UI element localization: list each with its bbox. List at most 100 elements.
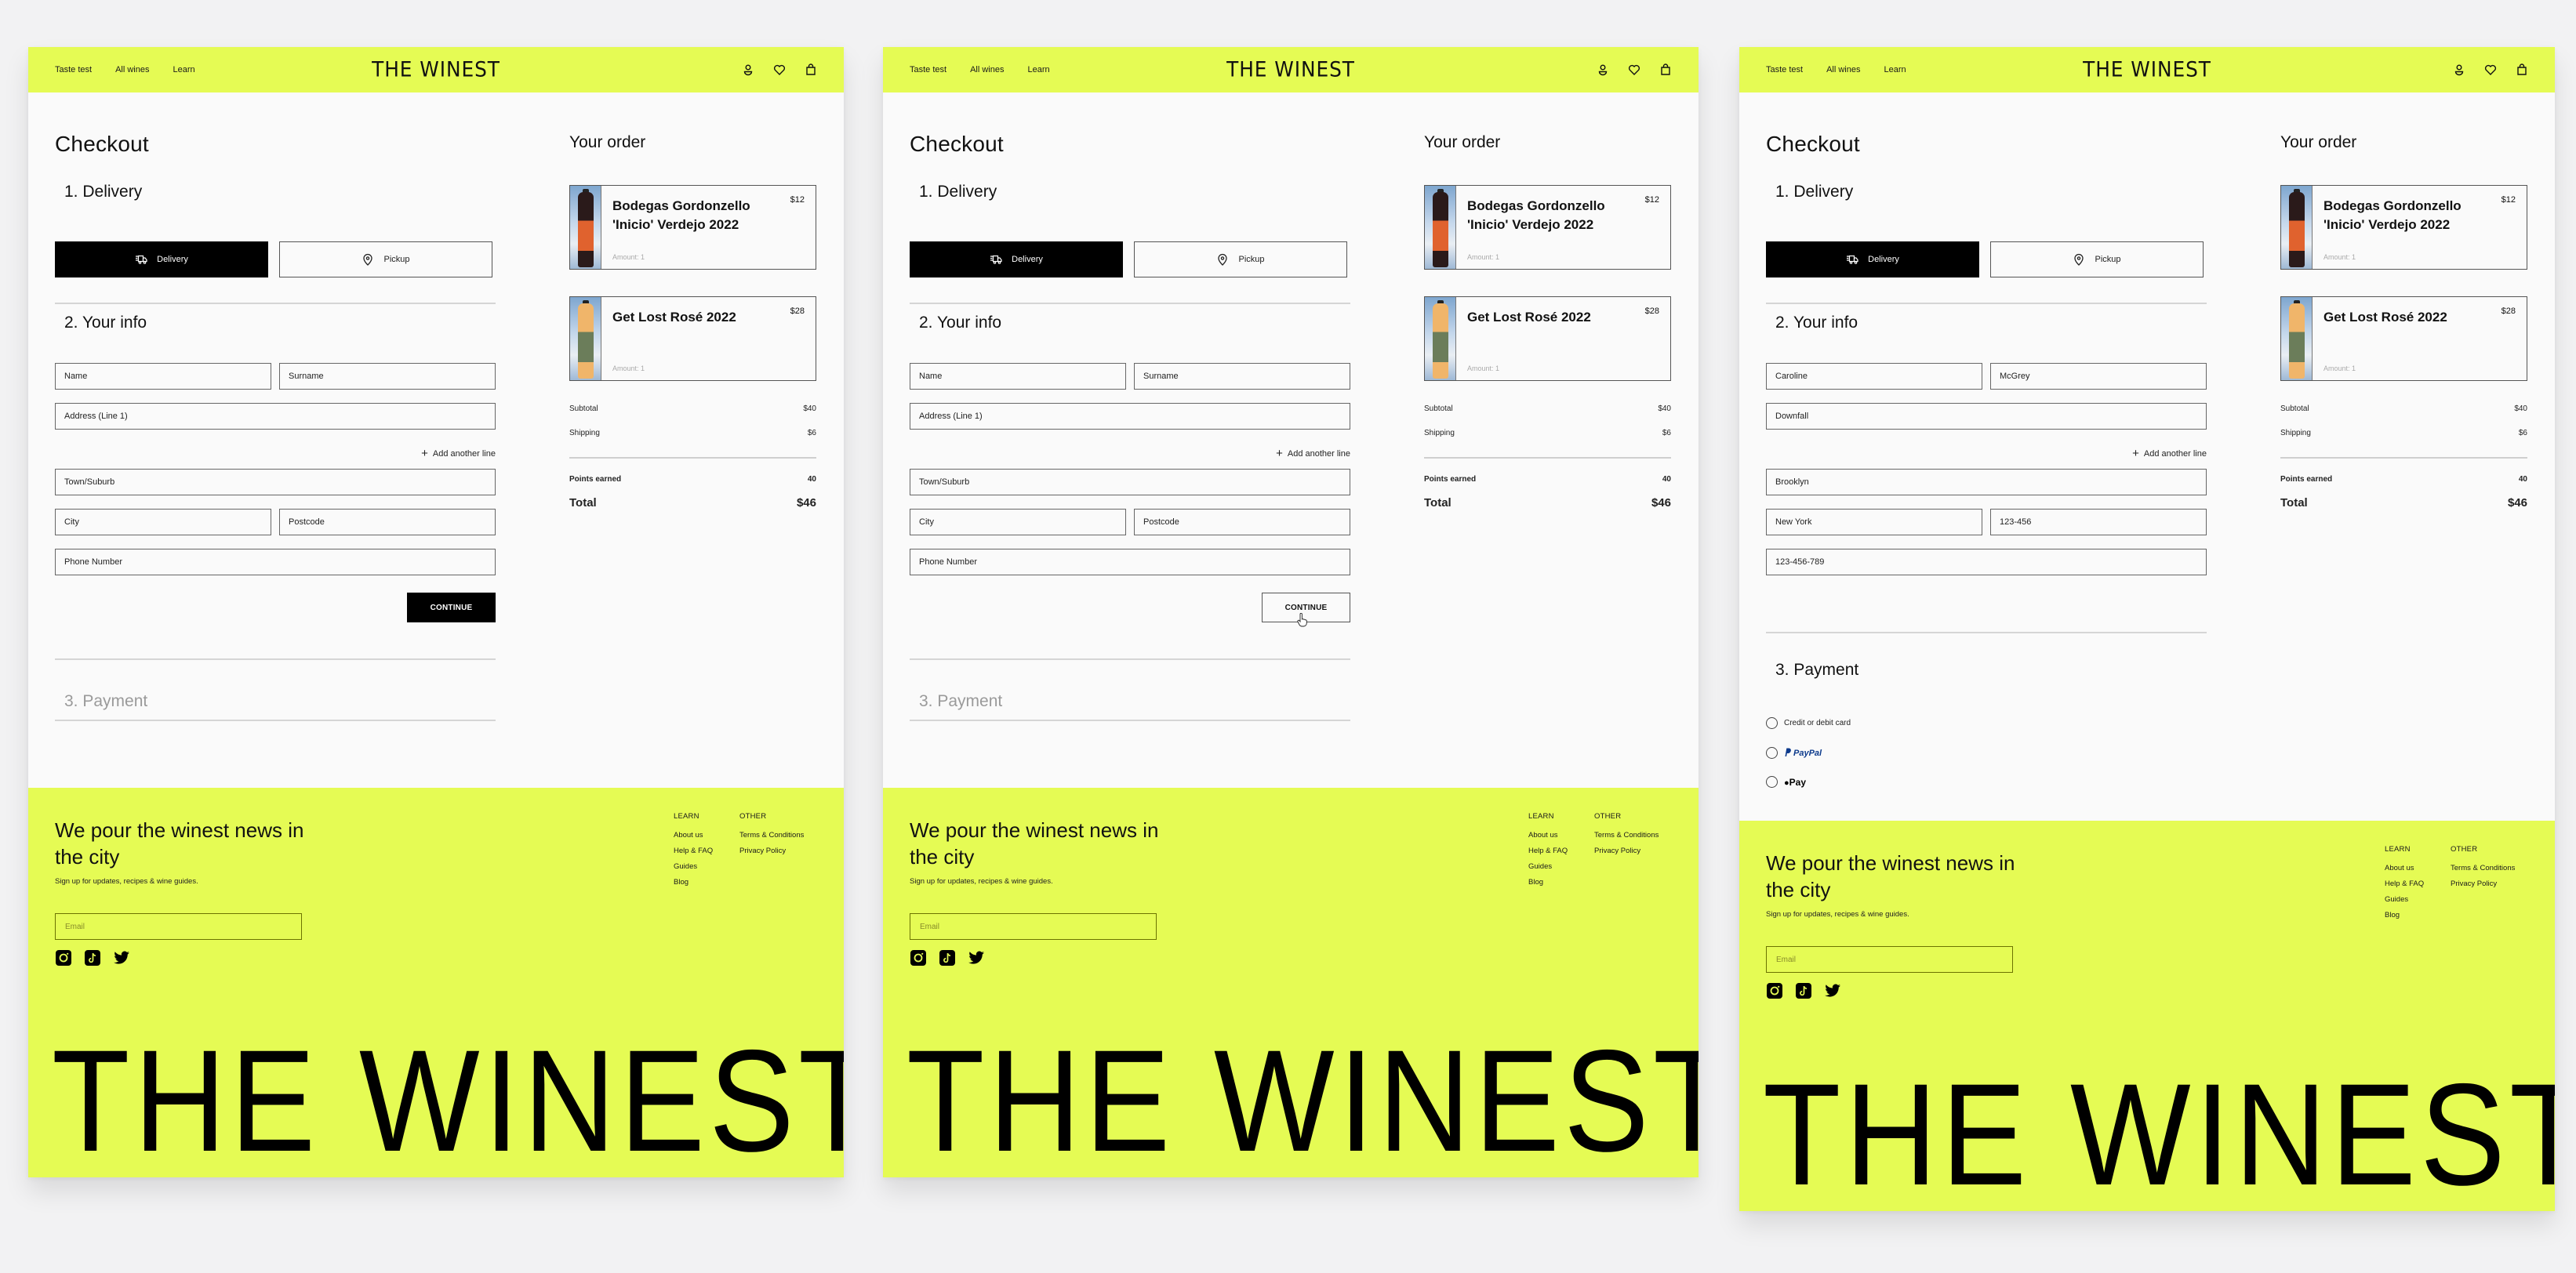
order-item[interactable]: Bodegas Gordonzello 'Inicio' Verdejo 202…	[2280, 185, 2527, 270]
footer-link-about[interactable]: About us	[2385, 864, 2424, 872]
tiktok-icon[interactable]	[84, 949, 101, 967]
user-icon[interactable]	[2453, 63, 2465, 76]
footer-link-guides[interactable]: Guides	[674, 862, 713, 871]
nav-taste-test[interactable]: Taste test	[55, 65, 92, 74]
heart-icon[interactable]	[773, 63, 786, 76]
tiktok-icon[interactable]	[939, 949, 956, 967]
payment-option-card[interactable]: Credit or debit card	[1766, 717, 1851, 729]
twitter-icon[interactable]	[1824, 982, 1841, 999]
instagram-icon[interactable]	[55, 949, 72, 967]
payment-option-applepay[interactable]: ●Pay	[1766, 776, 1806, 788]
nav-learn[interactable]: Learn	[173, 65, 194, 74]
subtotal-value: $40	[803, 404, 816, 413]
postcode-field[interactable]: Postcode	[279, 509, 496, 535]
delivery-option-pickup[interactable]: Pickup	[1990, 241, 2204, 277]
footer-link-privacy[interactable]: Privacy Policy	[2451, 879, 2515, 888]
twitter-icon[interactable]	[113, 949, 130, 967]
nav-learn[interactable]: Learn	[1884, 65, 1906, 74]
town-suburb-field[interactable]: Town/Suburb	[55, 469, 496, 495]
payment-option-paypal[interactable]: PayPal	[1766, 747, 1822, 759]
city-field[interactable]: City	[910, 509, 1126, 535]
footer-link-about[interactable]: About us	[1528, 831, 1568, 840]
item-name: Get Lost Rosé 2022	[1467, 310, 1591, 325]
instagram-icon[interactable]	[1766, 982, 1783, 999]
phone-number-field[interactable]: 123-456-789	[1766, 549, 2207, 575]
newsletter-email-input[interactable]: Email	[1766, 946, 2013, 973]
name-field[interactable]: Name	[910, 363, 1126, 390]
footer-column-other: OTHER Terms & Conditions Privacy Policy	[2451, 845, 2515, 895]
continue-button[interactable]: CONTINUE	[407, 593, 496, 622]
delivery-option-delivery[interactable]: Delivery	[910, 241, 1123, 277]
nav-all-wines[interactable]: All wines	[115, 65, 149, 74]
town-suburb-field[interactable]: Brooklyn	[1766, 469, 2207, 495]
twitter-icon[interactable]	[968, 949, 985, 967]
instagram-icon[interactable]	[910, 949, 927, 967]
footer-link-about[interactable]: About us	[674, 831, 713, 840]
name-field[interactable]: Name	[55, 363, 271, 390]
postcode-field[interactable]: 123-456	[1990, 509, 2207, 535]
phone-number-field[interactable]: Phone Number	[910, 549, 1350, 575]
tiktok-icon[interactable]	[1795, 982, 1812, 999]
delivery-option-pickup[interactable]: Pickup	[1134, 241, 1347, 277]
bag-icon[interactable]	[2516, 63, 2528, 76]
city-field[interactable]: New York	[1766, 509, 1982, 535]
footer-link-terms[interactable]: Terms & Conditions	[739, 831, 804, 840]
section-payment-title[interactable]: 3. Payment	[919, 692, 1002, 711]
newsletter-email-input[interactable]: Email	[910, 913, 1157, 940]
newsletter-email-input[interactable]: Email	[55, 913, 302, 940]
add-line-label: Add another line	[2143, 448, 2207, 459]
address-line1-field[interactable]: Address (Line 1)	[910, 403, 1350, 430]
footer-link-blog[interactable]: Blog	[2385, 911, 2424, 919]
heart-icon[interactable]	[1628, 63, 1640, 76]
add-another-line-button[interactable]: + Add another line	[2132, 448, 2207, 459]
add-another-line-button[interactable]: + Add another line	[421, 448, 496, 459]
logo[interactable]: THE WINEST	[1226, 58, 1355, 82]
user-icon[interactable]	[742, 63, 754, 76]
delivery-option-delivery[interactable]: Delivery	[55, 241, 268, 277]
nav-all-wines[interactable]: All wines	[970, 65, 1004, 74]
footer-link-blog[interactable]: Blog	[1528, 878, 1568, 887]
surname-field[interactable]: McGrey	[1990, 363, 2207, 390]
footer-link-guides[interactable]: Guides	[1528, 862, 1568, 871]
surname-field[interactable]: Surname	[1134, 363, 1350, 390]
order-item[interactable]: Bodegas Gordonzello 'Inicio' Verdejo 202…	[569, 185, 816, 270]
town-suburb-field[interactable]: Town/Suburb	[910, 469, 1350, 495]
logo[interactable]: THE WINEST	[372, 58, 500, 82]
bag-icon[interactable]	[805, 63, 817, 76]
nav-all-wines[interactable]: All wines	[1826, 65, 1860, 74]
radio-button[interactable]	[1766, 717, 1778, 729]
order-item[interactable]: Get Lost Rosé 2022 $28 Amount: 1	[569, 296, 816, 381]
footer-link-blog[interactable]: Blog	[674, 878, 713, 887]
user-icon[interactable]	[1597, 63, 1609, 76]
footer-link-guides[interactable]: Guides	[2385, 895, 2424, 904]
name-field[interactable]: Caroline	[1766, 363, 1982, 390]
address-line1-field[interactable]: Address (Line 1)	[55, 403, 496, 430]
surname-field[interactable]: Surname	[279, 363, 496, 390]
radio-button[interactable]	[1766, 776, 1778, 788]
delivery-option-delivery[interactable]: Delivery	[1766, 241, 1979, 277]
nav-learn[interactable]: Learn	[1027, 65, 1049, 74]
nav-taste-test[interactable]: Taste test	[910, 65, 946, 74]
footer-link-privacy[interactable]: Privacy Policy	[739, 847, 804, 855]
logo[interactable]: THE WINEST	[2083, 58, 2211, 82]
postcode-field[interactable]: Postcode	[1134, 509, 1350, 535]
section-payment-title[interactable]: 3. Payment	[64, 692, 147, 711]
delivery-option-pickup[interactable]: Pickup	[279, 241, 492, 277]
footer-link-help[interactable]: Help & FAQ	[2385, 879, 2424, 888]
nav-taste-test[interactable]: Taste test	[1766, 65, 1803, 74]
phone-number-field[interactable]: Phone Number	[55, 549, 496, 575]
order-item[interactable]: Bodegas Gordonzello 'Inicio' Verdejo 202…	[1424, 185, 1671, 270]
order-item[interactable]: Get Lost Rosé 2022 $28 Amount: 1	[1424, 296, 1671, 381]
footer-link-terms[interactable]: Terms & Conditions	[1594, 831, 1659, 840]
footer-link-terms[interactable]: Terms & Conditions	[2451, 864, 2515, 872]
city-field[interactable]: City	[55, 509, 271, 535]
footer-link-help[interactable]: Help & FAQ	[1528, 847, 1568, 855]
footer-link-help[interactable]: Help & FAQ	[674, 847, 713, 855]
radio-button[interactable]	[1766, 747, 1778, 759]
bag-icon[interactable]	[1659, 63, 1672, 76]
order-item[interactable]: Get Lost Rosé 2022 $28 Amount: 1	[2280, 296, 2527, 381]
add-another-line-button[interactable]: + Add another line	[1276, 448, 1350, 459]
heart-icon[interactable]	[2484, 63, 2497, 76]
footer-link-privacy[interactable]: Privacy Policy	[1594, 847, 1659, 855]
address-line1-field[interactable]: Downfall	[1766, 403, 2207, 430]
